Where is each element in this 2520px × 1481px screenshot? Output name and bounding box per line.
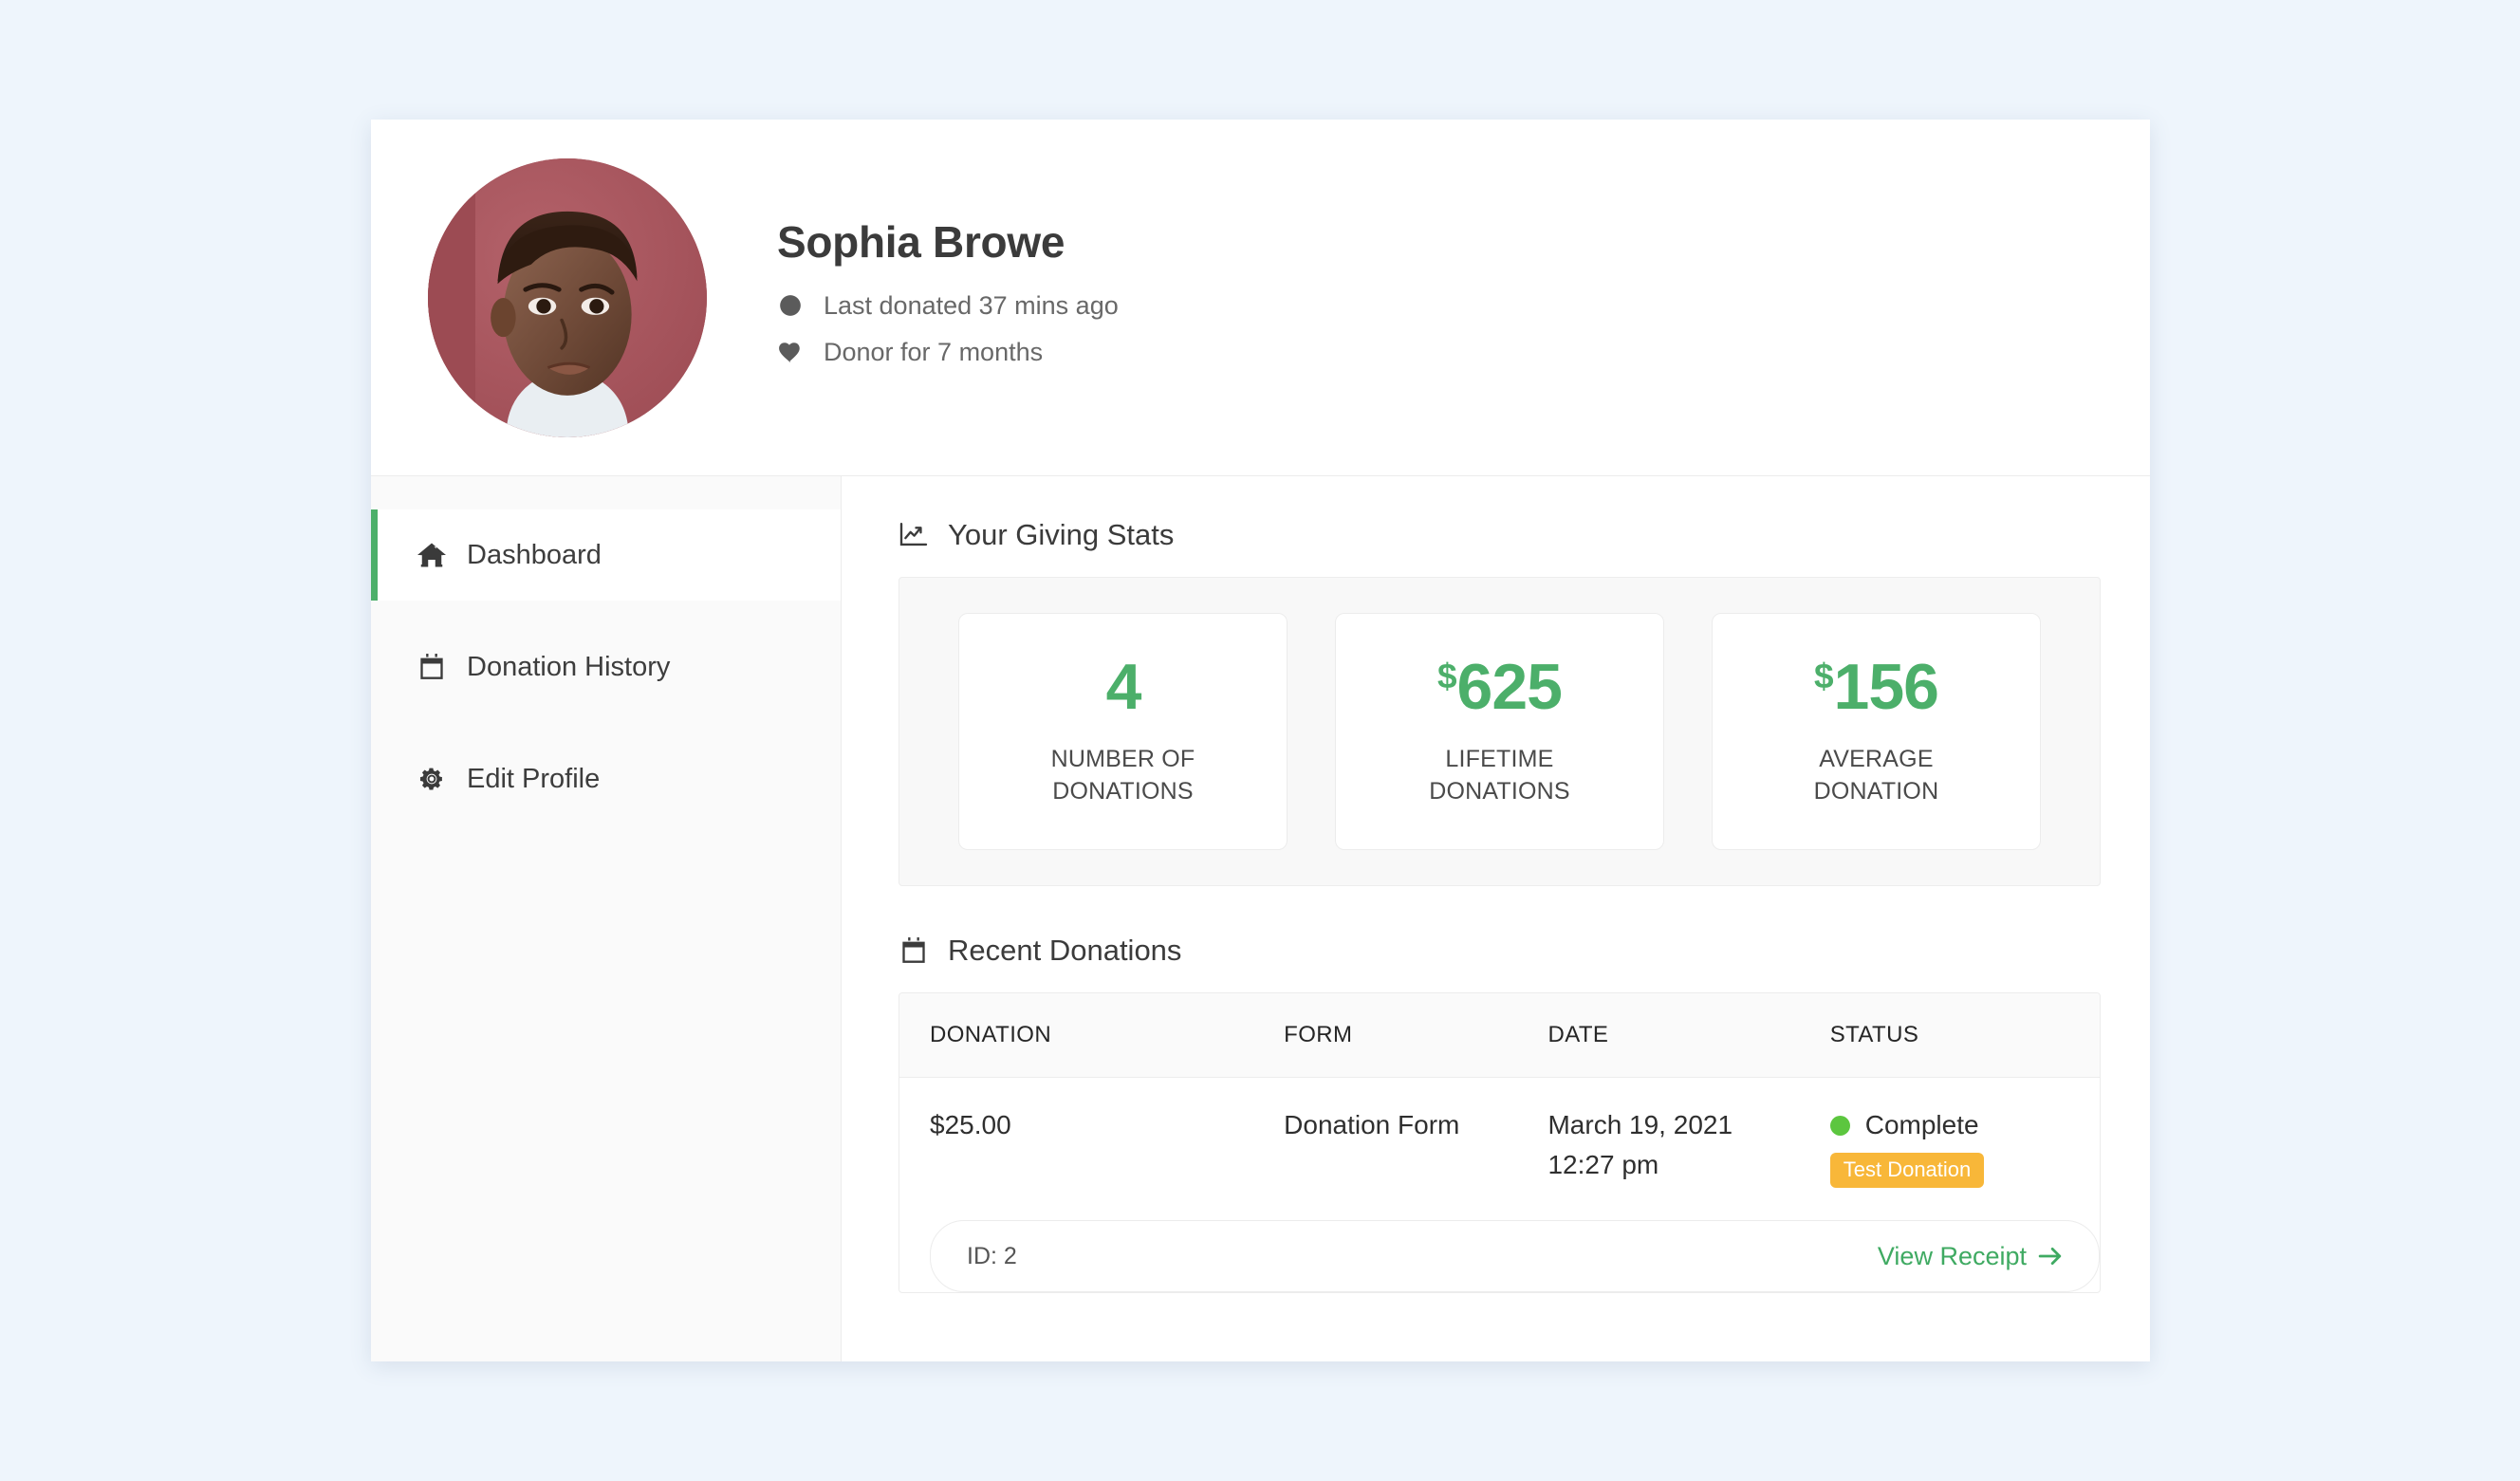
table-header-row: DONATION FORM DATE STATUS: [899, 993, 2100, 1078]
view-receipt-link[interactable]: View Receipt: [1878, 1242, 2063, 1271]
stat-value: $ 156: [1813, 651, 1939, 724]
stat-value: $ 625: [1436, 651, 1563, 724]
home-icon: [416, 542, 448, 568]
donor-duration-text: Donor for 7 months: [824, 337, 1044, 366]
date-text: March 19, 2021: [1547, 1110, 1733, 1139]
currency-symbol: $: [1436, 657, 1457, 696]
table-row-receipt: ID: 2 View Receipt: [899, 1188, 2100, 1292]
donor-photo-icon: [428, 157, 707, 437]
column-header-status: STATUS: [1799, 993, 2100, 1078]
status-dot-icon: [1829, 1115, 1850, 1136]
cell-donation-date: March 19, 2021 12:27 pm: [1517, 1078, 1799, 1189]
stat-card-average-donation: $ 156 AVERAGE DONATION: [1712, 613, 2041, 850]
column-header-date: DATE: [1517, 993, 1800, 1078]
stat-value: 4: [1105, 651, 1142, 724]
recent-donations-table-wrap: DONATION FORM DATE STATUS $25.00 Donatio…: [899, 992, 2101, 1293]
currency-symbol: $: [1813, 657, 1834, 696]
chart-line-icon: [899, 523, 929, 547]
stat-number: 625: [1456, 651, 1563, 724]
table-body: $25.00 Donation Form March 19, 2021 12:2…: [899, 1078, 2100, 1292]
time-text: 12:27 pm: [1547, 1150, 1659, 1179]
cell-donation-amount: $25.00: [930, 1110, 1011, 1139]
recent-donations-title: Recent Donations: [948, 934, 1182, 967]
view-receipt-label: View Receipt: [1877, 1241, 2027, 1270]
page-title: Sophia Browe: [777, 217, 1065, 268]
giving-stats-heading: Your Giving Stats: [899, 518, 2101, 552]
stat-number: 4: [1105, 651, 1142, 724]
cell-receipt: ID: 2 View Receipt: [899, 1188, 2100, 1292]
stat-card-number-of-donations: 4 NUMBER OF DONATIONS: [958, 613, 1288, 850]
recent-donations-table: DONATION FORM DATE STATUS $25.00 Donatio…: [899, 993, 2100, 1292]
calendar-icon: [416, 654, 448, 680]
stat-card-lifetime-donations: $ 625 LIFETIME DONATIONS: [1335, 613, 1664, 850]
sidebar-item-label: Edit Profile: [467, 763, 601, 794]
arrow-right-icon: [2038, 1246, 2063, 1267]
column-header-form: FORM: [1253, 993, 1518, 1078]
receipt-bar: ID: 2 View Receipt: [930, 1220, 2100, 1292]
calendar-icon: [899, 937, 929, 964]
donor-duration-row: Donor for 7 months: [777, 334, 1119, 371]
sidebar: Dashboard Donation History Edit Profile: [371, 476, 842, 1361]
stat-label: NUMBER OF DONATIONS: [1050, 746, 1195, 805]
sidebar-item-dashboard[interactable]: Dashboard: [371, 509, 841, 601]
giving-stats-title: Your Giving Stats: [948, 518, 1175, 551]
status-badge: Complete: [1829, 1110, 2100, 1140]
last-donated-row: Last donated 37 mins ago: [777, 287, 1119, 324]
stats-panel: 4 NUMBER OF DONATIONS $ 625 LIFETIME DONAT…: [899, 577, 2101, 886]
last-donated-text: Last donated 37 mins ago: [824, 290, 1119, 320]
profile-header: Sophia Browe Last donated 37 mins ago Do…: [371, 120, 2150, 476]
card-body: Dashboard Donation History Edit Profile …: [371, 476, 2150, 1361]
gear-icon: [416, 766, 448, 792]
donor-dashboard-card: Sophia Browe Last donated 37 mins ago Do…: [371, 120, 2150, 1361]
heart-icon: [777, 339, 804, 365]
test-donation-badge: Test Donation: [1829, 1153, 1985, 1188]
table-row: $25.00 Donation Form March 19, 2021 12:2…: [899, 1078, 2100, 1189]
clock-icon: [777, 292, 804, 319]
cell-donation-status: Complete Test Donation: [1800, 1078, 2100, 1188]
sidebar-item-label: Donation History: [467, 651, 671, 682]
table-head: DONATION FORM DATE STATUS: [899, 993, 2100, 1078]
recent-donations-heading: Recent Donations: [899, 934, 2101, 968]
donation-id-label: ID: 2: [967, 1242, 1017, 1269]
column-header-donation: DONATION: [899, 993, 1254, 1078]
avatar: [428, 157, 707, 437]
sidebar-item-donation-history[interactable]: Donation History: [371, 621, 841, 713]
sidebar-item-label: Dashboard: [467, 539, 602, 570]
main-content: Your Giving Stats 4 NUMBER OF DONATIONS $…: [842, 476, 2150, 1361]
sidebar-item-edit-profile[interactable]: Edit Profile: [371, 733, 841, 824]
cell-donation-form: Donation Form: [1284, 1110, 1460, 1139]
stat-label: AVERAGE DONATION: [1813, 746, 1939, 805]
stat-number: 156: [1833, 651, 1939, 724]
stat-label: LIFETIME DONATIONS: [1429, 746, 1570, 805]
status-text: Complete: [1864, 1110, 1979, 1139]
profile-text: Sophia Browe Last donated 37 mins ago Do…: [777, 218, 1119, 377]
